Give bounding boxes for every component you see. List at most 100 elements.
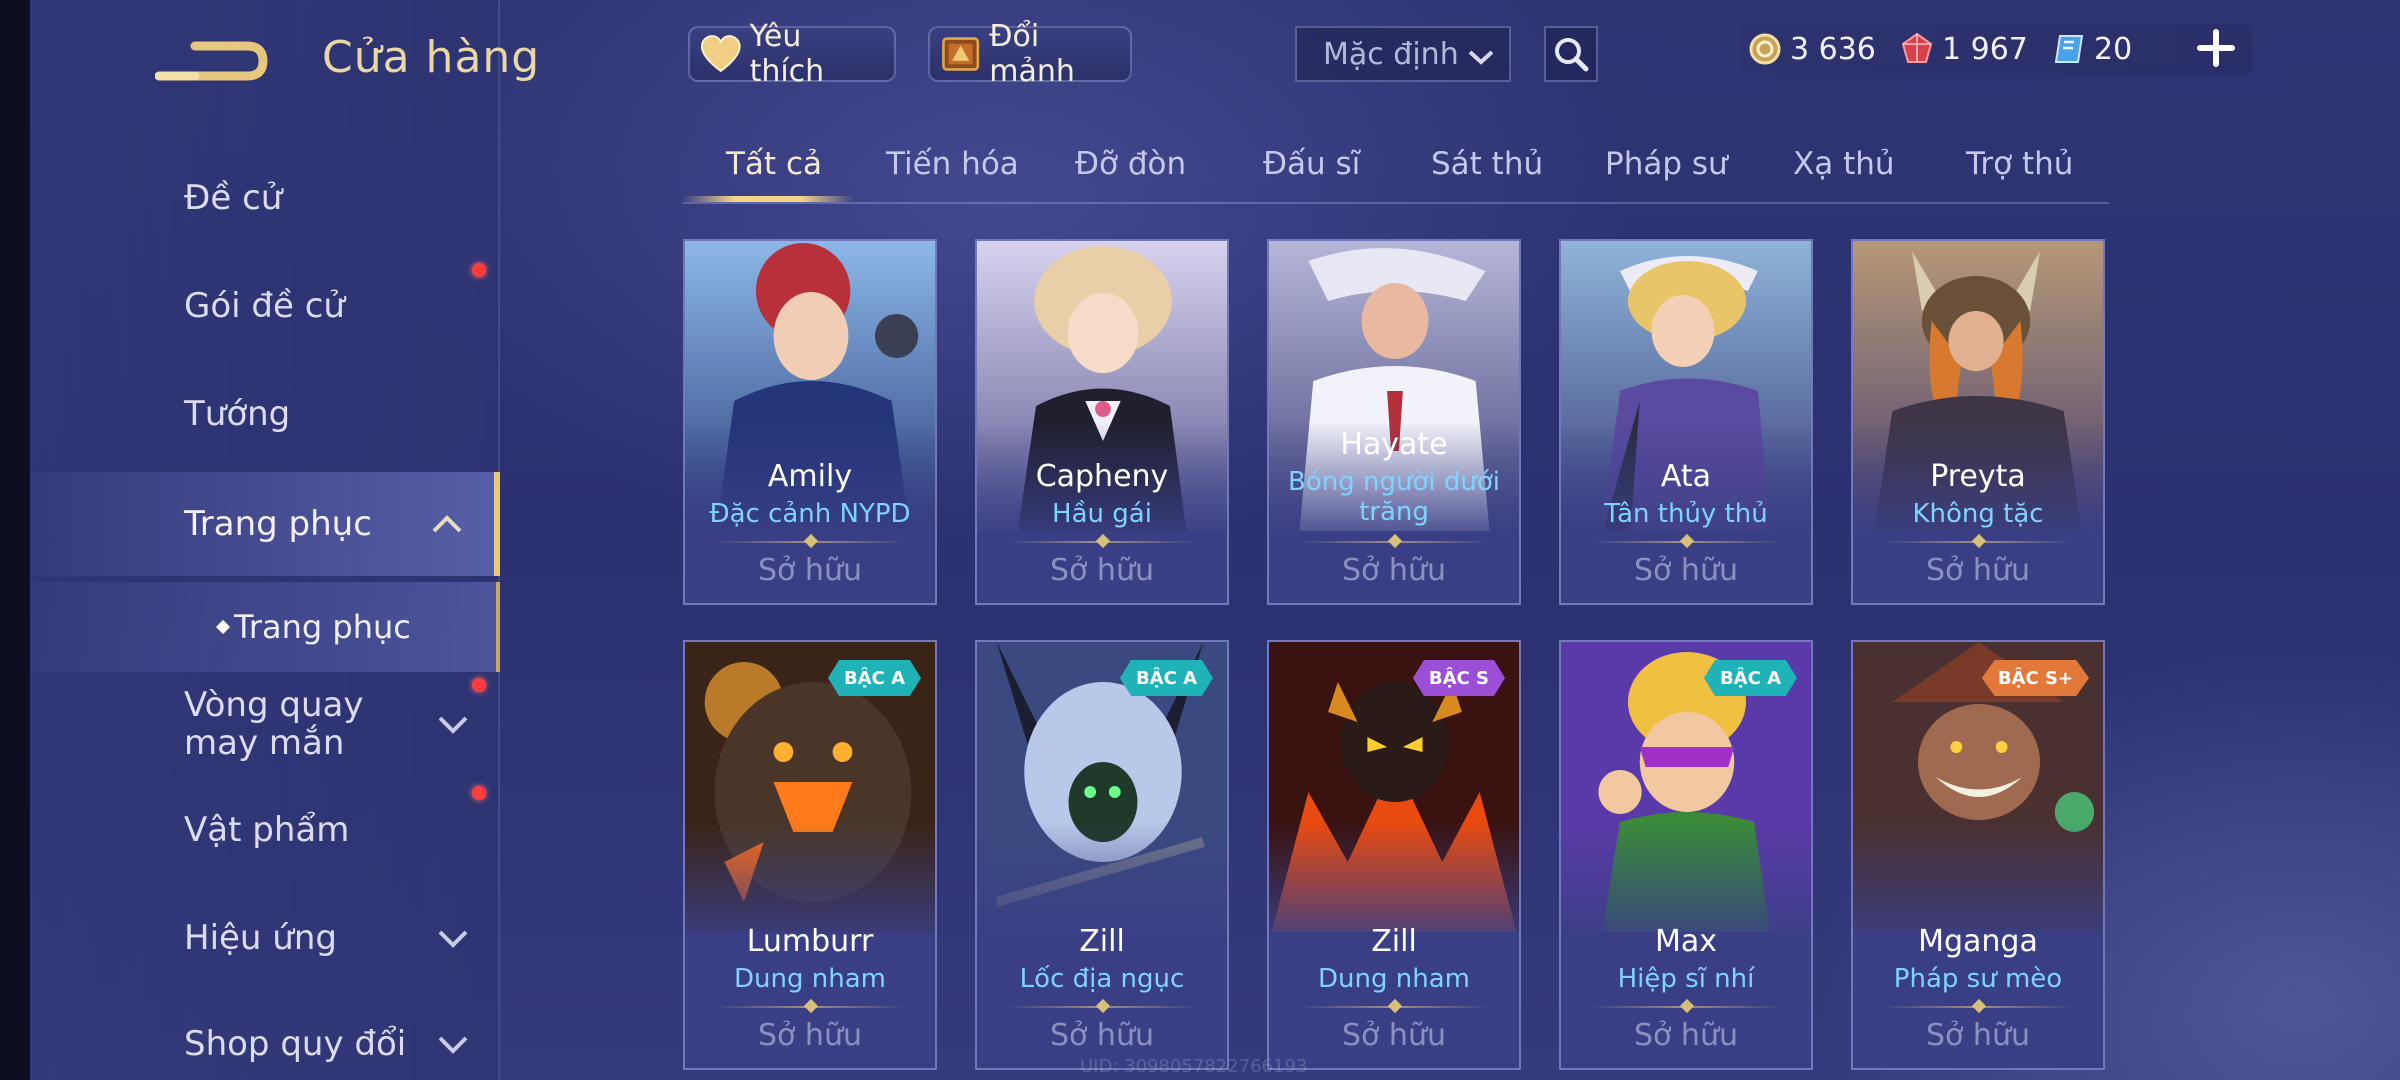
skin-name: Pháp sư mèo (1893, 964, 2063, 994)
skin-card[interactable]: Preyta Không tặc Sở hữu (1851, 239, 2105, 605)
ownership-status: Sở hữu (1342, 553, 1446, 588)
sidebar-item-exchange-shop[interactable]: Shop quy đổi (30, 996, 500, 1080)
skin-name: Tân thủy thủ (1604, 499, 1768, 529)
tier-badge: BẬC A (1703, 660, 1797, 696)
notification-dot (472, 263, 486, 277)
coupon-amount: 20 (2094, 31, 2133, 67)
skin-card[interactable]: BẬC A Lumburr Dung nham Sở hữu (683, 640, 937, 1070)
hero-name: Max (1654, 924, 1718, 959)
sort-dropdown[interactable]: Mặc định (1295, 26, 1511, 82)
sidebar-item-label: Tướng (184, 394, 291, 434)
sidebar-item-label: Vật phẩm (184, 810, 350, 850)
tier-badge: BẬC A (827, 660, 921, 696)
skin-name: Dung nham (1318, 964, 1470, 994)
ownership-status: Sở hữu (1342, 1018, 1446, 1053)
sidebar-item-recommended-packs[interactable]: Gói đề cử (30, 256, 500, 356)
sort-value: Mặc định (1323, 36, 1459, 72)
skin-card[interactable]: BẬC S+ Mganga Pháp sư mèo Sở hữu (1851, 640, 2105, 1070)
shard-chest-icon (942, 37, 980, 71)
skin-card[interactable]: Amily Đặc cảnh NYPD Sở hữu (683, 239, 937, 605)
category-tabs: Tất cả Tiến hóa Đỡ đòn Đấu sĩ Sát thủ Ph… (683, 140, 2109, 204)
sidebar-item-heroes[interactable]: Tướng (30, 364, 500, 464)
chevron-down-icon (438, 1036, 468, 1054)
diamond-bullet-icon (215, 619, 231, 635)
search-button[interactable] (1544, 26, 1598, 82)
skin-name: Hiệp sĩ nhí (1617, 964, 1755, 994)
exchange-shards-button[interactable]: Đổi mảnh (928, 19, 1132, 89)
skin-name: Hầu gái (1052, 499, 1152, 529)
sidebar-item-effects[interactable]: Hiệu ứng (30, 888, 500, 988)
hero-name: Hayate (1340, 427, 1448, 462)
skin-card[interactable]: Hayate Bóng người dưới trăng Sở hữu (1267, 239, 1521, 605)
sidebar-item-skins[interactable]: Trang phục (30, 472, 500, 576)
notification-dot (472, 786, 486, 800)
sidebar-item-items[interactable]: Vật phẩm (30, 780, 500, 880)
tab-mage[interactable]: Pháp sư (1605, 146, 1728, 182)
tab-all[interactable]: Tất cả (726, 146, 822, 182)
ownership-status: Sở hữu (1926, 1018, 2030, 1053)
hero-name: Capheny (1035, 459, 1169, 494)
sidebar-subitem-label: Trang phục (234, 608, 411, 646)
skin-name: Không tặc (1912, 499, 2044, 529)
shop-screen: Cửa hàng Đề cử Gói đề cử Tướng Trang phụ… (0, 0, 2400, 1080)
page-title: Cửa hàng (322, 32, 541, 83)
plus-icon[interactable] (2196, 28, 2236, 68)
tab-support[interactable]: Trợ thủ (1966, 146, 2073, 182)
skin-name: Dung nham (734, 964, 886, 994)
tab-evolution[interactable]: Tiến hóa (886, 146, 1019, 182)
ownership-status: Sở hữu (1050, 553, 1154, 588)
sidebar-item-label: Gói đề cử (184, 286, 345, 326)
back-button[interactable] (154, 28, 275, 88)
skin-name: Đặc cảnh NYPD (709, 499, 911, 529)
sidebar-item-label: Hiệu ứng (184, 918, 337, 958)
back-arrow-icon (154, 41, 268, 81)
ownership-status: Sở hữu (758, 553, 862, 588)
user-id: UID: 3098057822766193 (1080, 1056, 1308, 1077)
hero-name: Preyta (1930, 459, 2026, 494)
hero-name: Zill (1371, 924, 1417, 959)
ownership-status: Sở hữu (758, 1018, 862, 1053)
ownership-status: Sở hữu (1926, 553, 2030, 588)
sidebar-item-recommended[interactable]: Đề cử (30, 148, 500, 248)
tab-fighter[interactable]: Đấu sĩ (1263, 146, 1360, 182)
skin-card[interactable]: BẬC A Zill Lốc địa ngục Sở hữu (975, 640, 1229, 1070)
skin-card[interactable]: BẬC S Zill Dung nham Sở hữu (1267, 640, 1521, 1070)
chevron-down-icon (438, 930, 468, 948)
sidebar-item-label: Shop quy đổi (184, 1024, 407, 1064)
chevron-down-icon (438, 716, 468, 734)
skin-card[interactable]: Ata Tân thủy thủ Sở hữu (1559, 239, 1813, 605)
sidebar-item-lucky-spin[interactable]: Vòng quay may mắn (30, 672, 500, 776)
coupon-currency: 20 (2052, 24, 2132, 74)
favorites-button[interactable]: Yêu thích (688, 19, 896, 89)
active-tab-indicator (683, 196, 853, 202)
gold-currency: 3 636 (1748, 24, 1876, 74)
sidebar-item-label: Trang phục (184, 504, 372, 544)
ownership-status: Sở hữu (1050, 1018, 1154, 1053)
ruby-currency: 1 967 (1900, 24, 2028, 74)
heart-icon (700, 35, 741, 73)
gold-coin-icon (1749, 33, 1781, 65)
skin-name: Bóng người dưới trăng (1288, 467, 1500, 527)
tab-assassin[interactable]: Sát thủ (1431, 146, 1543, 182)
hero-name: Zill (1079, 924, 1125, 959)
tab-marksman[interactable]: Xạ thủ (1793, 146, 1895, 182)
skin-card[interactable]: BẬC A Max Hiệp sĩ nhí Sở hữu (1559, 640, 1813, 1070)
exchange-label: Đổi mảnh (989, 19, 1075, 89)
voucher-icon (2054, 35, 2084, 63)
tier-badge: BẬC S (1412, 660, 1505, 696)
favorites-label: Yêu thích (749, 19, 825, 89)
gold-amount: 3 636 (1790, 31, 1876, 67)
sidebar-subitem-skins[interactable]: Trang phục (30, 582, 500, 672)
search-icon (1555, 38, 1589, 72)
hero-name: Lumburr (746, 924, 874, 959)
ownership-status: Sở hữu (1634, 1018, 1738, 1053)
skin-card[interactable]: Capheny Hầu gái Sở hữu (975, 239, 1229, 605)
notification-dot (472, 678, 486, 692)
sidebar-item-label: Đề cử (184, 178, 283, 218)
ownership-status: Sở hữu (1634, 553, 1738, 588)
sidebar-item-label: Vòng quay may mắn (184, 685, 364, 763)
hero-name: Mganga (1918, 924, 2038, 959)
chevron-up-icon (432, 515, 462, 533)
tab-tank[interactable]: Đỡ đòn (1075, 146, 1186, 182)
screen-edge (0, 0, 30, 1080)
